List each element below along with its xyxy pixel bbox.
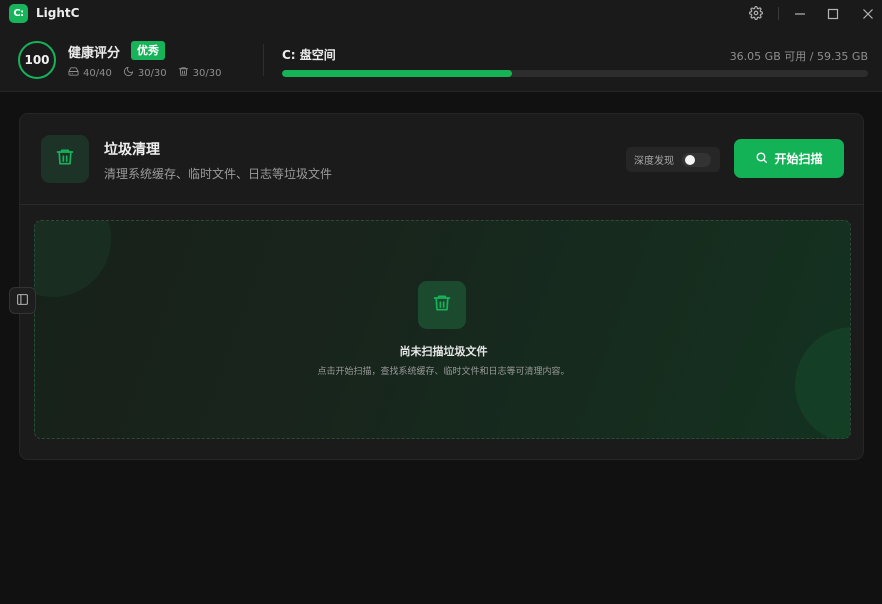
moon-icon	[123, 66, 138, 80]
card-divider	[20, 204, 863, 205]
stat-drive-value: 40/40	[83, 67, 112, 79]
switch-knob	[685, 155, 695, 165]
trash-icon	[432, 293, 452, 317]
stat-moon-value: 30/30	[137, 67, 167, 79]
stat-drive: 40/40	[68, 66, 112, 80]
stat-trash-value: 30/30	[192, 67, 222, 79]
deep-scan-label: 深度发现	[634, 156, 674, 167]
start-scan-label: 开始扫描	[774, 152, 823, 166]
stat-moon: 30/30	[123, 66, 167, 80]
header-divider	[263, 44, 264, 76]
close-button[interactable]	[858, 4, 878, 24]
card-icon-box	[41, 135, 89, 183]
health-score-label: 健康评分	[68, 46, 121, 61]
disk-usage-fill	[282, 70, 513, 77]
disk-usage-bar	[282, 70, 868, 77]
junk-clean-card: 垃圾清理 清理系统缓存、临时文件、日志等垃圾文件 深度发现 开始扫描 尚未扫描垃…	[19, 113, 864, 460]
health-score-ring: 100	[18, 41, 56, 79]
trash-icon	[178, 66, 193, 80]
start-scan-button[interactable]: 开始扫描	[734, 139, 844, 178]
app-logo: C:	[9, 4, 28, 23]
close-icon	[862, 5, 874, 24]
minimize-button[interactable]	[790, 4, 810, 24]
disk-title: C: 盘空间	[282, 48, 336, 62]
empty-state-title: 尚未扫描垃圾文件	[399, 345, 488, 358]
sidebar-toggle-button[interactable]	[9, 287, 36, 314]
maximize-button[interactable]	[823, 4, 843, 24]
title-bar: C: LightC	[0, 0, 882, 28]
empty-state-panel: 尚未扫描垃圾文件 点击开始扫描，查找系统缓存、临时文件和日志等可清理内容。	[34, 220, 851, 439]
app-title: LightC	[36, 6, 80, 20]
deep-scan-toggle[interactable]: 深度发现	[626, 147, 720, 172]
empty-state-description: 点击开始扫描，查找系统缓存、临时文件和日志等可清理内容。	[317, 367, 570, 377]
gear-icon	[749, 5, 763, 24]
search-icon	[755, 151, 774, 167]
maximize-icon	[827, 5, 839, 24]
status-header: 100 健康评分 优秀 40/40 30/30 30/30 C: 盘空间 36.…	[0, 28, 882, 92]
card-title: 垃圾清理	[104, 142, 160, 158]
decor-circle	[35, 221, 111, 297]
stat-trash: 30/30	[178, 66, 222, 80]
empty-state-icon-box	[418, 281, 466, 329]
drive-icon	[68, 66, 83, 80]
deep-scan-switch[interactable]	[682, 153, 711, 167]
settings-button[interactable]	[746, 4, 766, 24]
sidebar-panel-icon	[16, 291, 29, 310]
disk-space-info: 36.05 GB 可用 / 59.35 GB	[729, 50, 868, 63]
trash-icon	[55, 147, 75, 171]
health-status-badge: 优秀	[131, 41, 165, 60]
health-stats: 40/40 30/30 30/30	[68, 66, 232, 80]
minimize-icon	[794, 5, 806, 24]
app-window: C: LightC 100 健康评分 优秀 40/40 30/30 30/30 …	[0, 0, 882, 604]
card-subtitle: 清理系统缓存、临时文件、日志等垃圾文件	[104, 167, 333, 181]
titlebar-separator	[778, 7, 779, 20]
